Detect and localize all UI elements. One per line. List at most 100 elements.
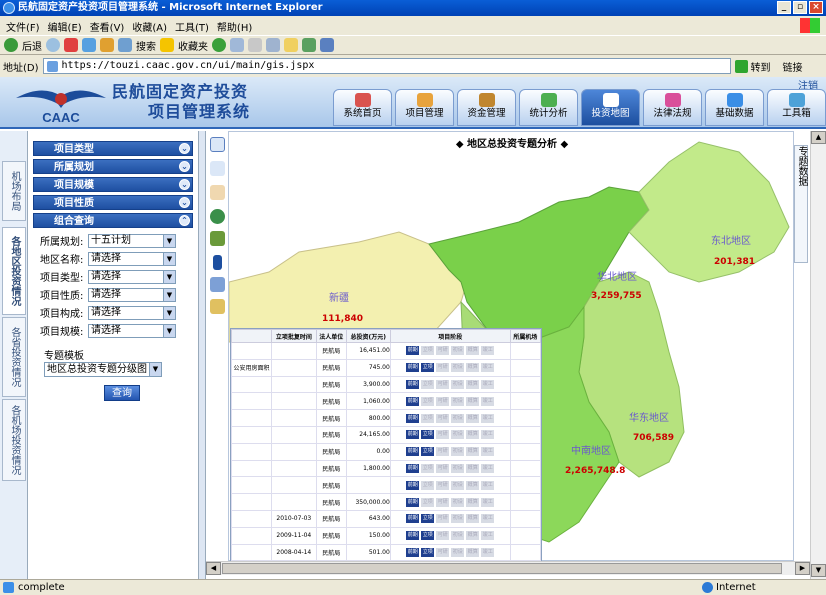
links-button[interactable]: 链接	[783, 59, 803, 74]
stage-tag[interactable]: 概算	[466, 447, 480, 457]
stage-tag[interactable]: 可研	[436, 497, 450, 507]
stage-tag[interactable]: 初设	[451, 480, 465, 490]
layers-icon[interactable]	[210, 231, 225, 246]
stage-tag[interactable]: 前期	[406, 430, 420, 440]
section-scale[interactable]: 项目规模 ⌄	[33, 177, 193, 192]
scroll-thumb[interactable]	[222, 563, 782, 574]
stage-tag[interactable]: 立项	[421, 497, 435, 507]
composition-select[interactable]: 请选择 ▼	[88, 305, 176, 320]
nav-map[interactable]: 投资地图	[581, 89, 640, 126]
type-select[interactable]: 请选择 ▼	[88, 269, 176, 284]
table-row[interactable]: 民航局 16,451.00 前期 立项 可研 初设 概算 竣工	[231, 342, 541, 360]
stage-tag[interactable]: 前期	[406, 413, 420, 423]
stage-tag[interactable]: 竣工	[481, 363, 495, 373]
print-icon[interactable]	[248, 38, 262, 52]
stage-tag[interactable]: 初设	[451, 463, 465, 473]
stage-tag[interactable]: 初设	[451, 346, 465, 356]
stage-tag[interactable]: 前期	[406, 497, 420, 507]
stage-tag[interactable]: 可研	[436, 430, 450, 440]
stage-tag[interactable]: 可研	[436, 413, 450, 423]
stage-tag[interactable]: 竣工	[481, 430, 495, 440]
panel-splitter[interactable]	[198, 131, 206, 579]
stage-tag[interactable]: 立项	[421, 396, 435, 406]
messenger-icon[interactable]	[320, 38, 334, 52]
favorites-icon[interactable]	[160, 38, 174, 52]
stage-tag[interactable]: 立项	[421, 463, 435, 473]
zoom-in-icon[interactable]	[210, 137, 225, 152]
minimize-button[interactable]: _	[777, 1, 791, 14]
stage-tag[interactable]: 立项	[421, 531, 435, 541]
select-arrow-icon[interactable]	[213, 255, 222, 270]
nav-stats[interactable]: 统计分析	[519, 89, 578, 126]
chevron-down-icon[interactable]: ⌄	[179, 161, 190, 172]
section-combined-query[interactable]: 组合查询 ⌃	[33, 213, 193, 228]
stage-tag[interactable]: 概算	[466, 396, 480, 406]
section-project-type[interactable]: 项目类型 ⌄	[33, 141, 193, 156]
table-row[interactable]: 民航局 3,900.00 前期 立项 可研 初设 概算 竣工	[231, 375, 541, 394]
back-icon[interactable]	[4, 38, 18, 52]
stage-tag[interactable]: 初设	[451, 430, 465, 440]
stage-tag[interactable]: 前期	[406, 480, 420, 490]
stage-tag[interactable]: 立项	[421, 346, 435, 356]
stage-tag[interactable]: 竣工	[481, 497, 495, 507]
dropdown-arrow-icon[interactable]: ▼	[163, 270, 175, 283]
stage-tag[interactable]: 概算	[466, 531, 480, 541]
table-row[interactable]: 2009-11-04 民航局 150.00 前期 立项 可研 初设 概算 竣工	[231, 526, 541, 545]
stage-tag[interactable]: 前期	[406, 463, 420, 473]
stage-tag[interactable]: 概算	[466, 480, 480, 490]
scroll-down-icon[interactable]: ▼	[811, 564, 826, 577]
stage-tag[interactable]: 初设	[451, 514, 465, 524]
table-row[interactable]: 民航局 350,000.00 前期 立项 可研 初设 概算 竣工	[231, 493, 541, 511]
stage-tag[interactable]: 可研	[436, 346, 450, 356]
table-row[interactable]: 公安用房面积 民航局 745.00 前期 立项 可研 初设 概算 竣工	[231, 358, 541, 377]
edit-icon[interactable]	[266, 38, 280, 52]
stage-tag[interactable]: 可研	[436, 480, 450, 490]
favorites-button[interactable]: 收藏夹	[178, 38, 208, 53]
dropdown-arrow-icon[interactable]: ▼	[163, 252, 175, 265]
chevron-down-icon[interactable]: ⌄	[179, 197, 190, 208]
stage-tag[interactable]: 概算	[466, 379, 480, 389]
chevron-up-icon[interactable]: ⌃	[179, 215, 190, 226]
horizontal-scrollbar[interactable]: ◀ ▶	[206, 561, 810, 575]
stage-tag[interactable]: 前期	[406, 346, 420, 356]
tab-region-investment[interactable]: 各地区投资情况	[2, 227, 26, 315]
stage-tag[interactable]: 概算	[466, 363, 480, 373]
home-icon[interactable]	[100, 38, 114, 52]
stage-tag[interactable]: 立项	[421, 430, 435, 440]
menu-view[interactable]: 查看(V)	[90, 19, 125, 35]
stage-tag[interactable]: 可研	[436, 547, 450, 557]
template-select[interactable]: 地区总投资专题分级图 ▼	[44, 362, 162, 377]
chevron-down-icon[interactable]: ⌄	[179, 179, 190, 190]
stage-tag[interactable]: 竣工	[481, 480, 495, 490]
stage-tag[interactable]: 竣工	[481, 346, 495, 356]
stage-tag[interactable]: 概算	[466, 463, 480, 473]
nav-data[interactable]: 基础数据	[705, 89, 764, 126]
dropdown-arrow-icon[interactable]: ▼	[163, 306, 175, 319]
mail-icon[interactable]	[230, 38, 244, 52]
go-button[interactable]: 转到	[734, 58, 771, 74]
stage-tag[interactable]: 前期	[406, 363, 420, 373]
table-row[interactable]: 民航局 1,800.00 前期 立项 可研 初设 概算 竣工	[231, 459, 541, 478]
table-row[interactable]: 民航局 800.00 前期 立项 可研 初设 概算 竣工	[231, 409, 541, 427]
table-row[interactable]: 2010-07-03 民航局 643.00 前期 立项 可研 初设 概算 竣工	[231, 509, 541, 528]
stage-tag[interactable]: 前期	[406, 547, 420, 557]
menu-help[interactable]: 帮助(H)	[217, 19, 252, 35]
stage-tag[interactable]: 概算	[466, 497, 480, 507]
dropdown-arrow-icon[interactable]: ▼	[149, 363, 161, 376]
tab-thematic-data[interactable]: 专题数据	[794, 145, 808, 263]
search-icon[interactable]	[118, 38, 132, 52]
stage-tag[interactable]: 竣工	[481, 379, 495, 389]
nav-project[interactable]: 项目管理	[395, 89, 454, 126]
stage-tag[interactable]: 竣工	[481, 531, 495, 541]
stage-tag[interactable]: 立项	[421, 480, 435, 490]
table-row[interactable]: 民航局 1,060.00 前期 立项 可研 初设 概算 竣工	[231, 392, 541, 411]
stage-tag[interactable]: 竣工	[481, 514, 495, 524]
folder-icon[interactable]	[284, 38, 298, 52]
stage-tag[interactable]: 初设	[451, 363, 465, 373]
media-icon[interactable]	[302, 38, 316, 52]
stage-tag[interactable]: 初设	[451, 531, 465, 541]
dropdown-arrow-icon[interactable]: ▼	[163, 288, 175, 301]
stage-tag[interactable]: 概算	[466, 547, 480, 557]
stage-tag[interactable]: 前期	[406, 396, 420, 406]
menu-edit[interactable]: 编辑(E)	[48, 19, 82, 35]
